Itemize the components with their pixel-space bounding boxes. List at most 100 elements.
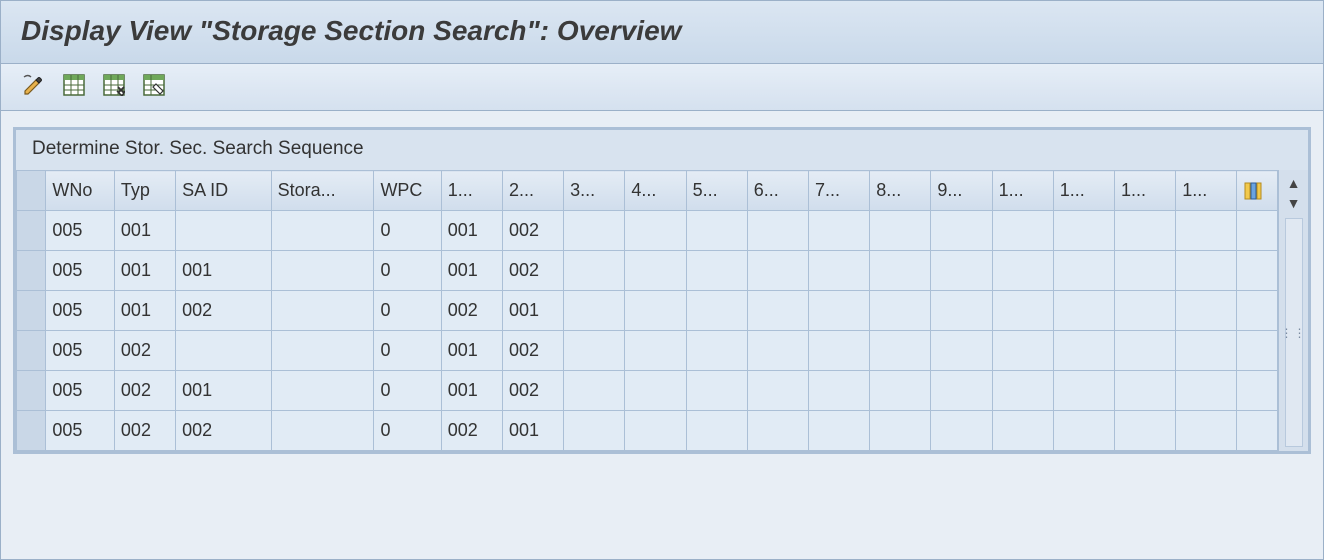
- scroll-track[interactable]: ⋮⋮: [1285, 218, 1303, 447]
- cell[interactable]: [747, 371, 808, 411]
- col-header-10[interactable]: 1...: [992, 171, 1053, 211]
- cell[interactable]: 002: [502, 251, 563, 291]
- cell[interactable]: [931, 291, 992, 331]
- cell[interactable]: [271, 411, 374, 451]
- cell[interactable]: 002: [176, 411, 271, 451]
- cell[interactable]: 001: [114, 291, 175, 331]
- cell[interactable]: [1176, 251, 1237, 291]
- cell[interactable]: 005: [46, 371, 115, 411]
- cell[interactable]: [1176, 291, 1237, 331]
- cell[interactable]: [271, 211, 374, 251]
- cell[interactable]: [870, 211, 931, 251]
- cell[interactable]: [931, 331, 992, 371]
- cell[interactable]: [808, 291, 869, 331]
- row-selector[interactable]: [17, 331, 46, 371]
- table-row[interactable]: 0050010010001002: [17, 251, 1278, 291]
- cell[interactable]: [808, 211, 869, 251]
- cell[interactable]: [686, 411, 747, 451]
- cell[interactable]: [625, 331, 686, 371]
- cell[interactable]: 001: [502, 411, 563, 451]
- table-deselect-icon[interactable]: [101, 72, 127, 98]
- cell[interactable]: 0: [374, 211, 441, 251]
- cell[interactable]: 001: [441, 331, 502, 371]
- cell[interactable]: 002: [441, 411, 502, 451]
- cell[interactable]: 002: [114, 331, 175, 371]
- col-header-13[interactable]: 1...: [1176, 171, 1237, 211]
- table-row[interactable]: 0050010001002: [17, 211, 1278, 251]
- col-header-3[interactable]: 3...: [564, 171, 625, 211]
- cell[interactable]: [931, 371, 992, 411]
- cell[interactable]: 002: [114, 411, 175, 451]
- cell[interactable]: [686, 211, 747, 251]
- data-grid[interactable]: WNo Typ SA ID Stora... WPC 1... 2... 3..…: [16, 170, 1278, 451]
- cell[interactable]: [271, 371, 374, 411]
- vertical-scrollbar[interactable]: ▲ ▼ ⋮⋮: [1278, 170, 1308, 451]
- cell[interactable]: [1115, 251, 1176, 291]
- col-header-typ[interactable]: Typ: [114, 171, 175, 211]
- cell[interactable]: [564, 411, 625, 451]
- cell[interactable]: 005: [46, 331, 115, 371]
- cell[interactable]: [992, 291, 1053, 331]
- cell[interactable]: 002: [502, 211, 563, 251]
- cell[interactable]: [625, 251, 686, 291]
- cell[interactable]: 0: [374, 411, 441, 451]
- cell[interactable]: [271, 291, 374, 331]
- cell[interactable]: [992, 331, 1053, 371]
- scroll-up-icon[interactable]: ▲: [1285, 174, 1303, 192]
- cell[interactable]: 005: [46, 411, 115, 451]
- table-row[interactable]: 0050020020002001: [17, 411, 1278, 451]
- cell[interactable]: [564, 251, 625, 291]
- row-selector[interactable]: [17, 211, 46, 251]
- cell[interactable]: [992, 411, 1053, 451]
- cell[interactable]: [747, 251, 808, 291]
- edit-pencil-icon[interactable]: [21, 72, 47, 98]
- cell[interactable]: [1053, 371, 1114, 411]
- cell[interactable]: [808, 331, 869, 371]
- cell[interactable]: 002: [502, 371, 563, 411]
- cell[interactable]: [1053, 251, 1114, 291]
- col-header-6[interactable]: 6...: [747, 171, 808, 211]
- cell[interactable]: [271, 251, 374, 291]
- cell[interactable]: 001: [176, 251, 271, 291]
- cell[interactable]: [747, 411, 808, 451]
- table-row[interactable]: 0050010020002001: [17, 291, 1278, 331]
- cell[interactable]: [1053, 331, 1114, 371]
- row-selector[interactable]: [17, 371, 46, 411]
- cell[interactable]: [1053, 291, 1114, 331]
- cell[interactable]: [747, 211, 808, 251]
- col-header-wno[interactable]: WNo: [46, 171, 115, 211]
- cell[interactable]: 001: [502, 291, 563, 331]
- cell[interactable]: 001: [176, 371, 271, 411]
- row-selector-header[interactable]: [17, 171, 46, 211]
- cell[interactable]: 002: [176, 291, 271, 331]
- col-header-11[interactable]: 1...: [1053, 171, 1114, 211]
- col-header-1[interactable]: 1...: [441, 171, 502, 211]
- cell[interactable]: 001: [114, 211, 175, 251]
- cell[interactable]: [625, 371, 686, 411]
- cell[interactable]: [808, 251, 869, 291]
- cell[interactable]: [1115, 411, 1176, 451]
- col-header-2[interactable]: 2...: [502, 171, 563, 211]
- cell[interactable]: [176, 331, 271, 371]
- cell[interactable]: [870, 251, 931, 291]
- cell[interactable]: [686, 251, 747, 291]
- col-header-7[interactable]: 7...: [808, 171, 869, 211]
- cell[interactable]: 001: [441, 371, 502, 411]
- cell[interactable]: [1115, 371, 1176, 411]
- col-header-stora[interactable]: Stora...: [271, 171, 374, 211]
- cell[interactable]: [564, 291, 625, 331]
- col-header-said[interactable]: SA ID: [176, 171, 271, 211]
- col-header-wpc[interactable]: WPC: [374, 171, 441, 211]
- cell[interactable]: [992, 251, 1053, 291]
- cell[interactable]: 001: [441, 211, 502, 251]
- cell[interactable]: [931, 411, 992, 451]
- cell[interactable]: [931, 251, 992, 291]
- cell[interactable]: [992, 371, 1053, 411]
- cell[interactable]: [747, 291, 808, 331]
- cell[interactable]: [1176, 411, 1237, 451]
- cell[interactable]: 001: [441, 251, 502, 291]
- cell[interactable]: 001: [114, 251, 175, 291]
- table-config-icon[interactable]: [141, 72, 167, 98]
- cell[interactable]: [747, 331, 808, 371]
- cell[interactable]: [1115, 291, 1176, 331]
